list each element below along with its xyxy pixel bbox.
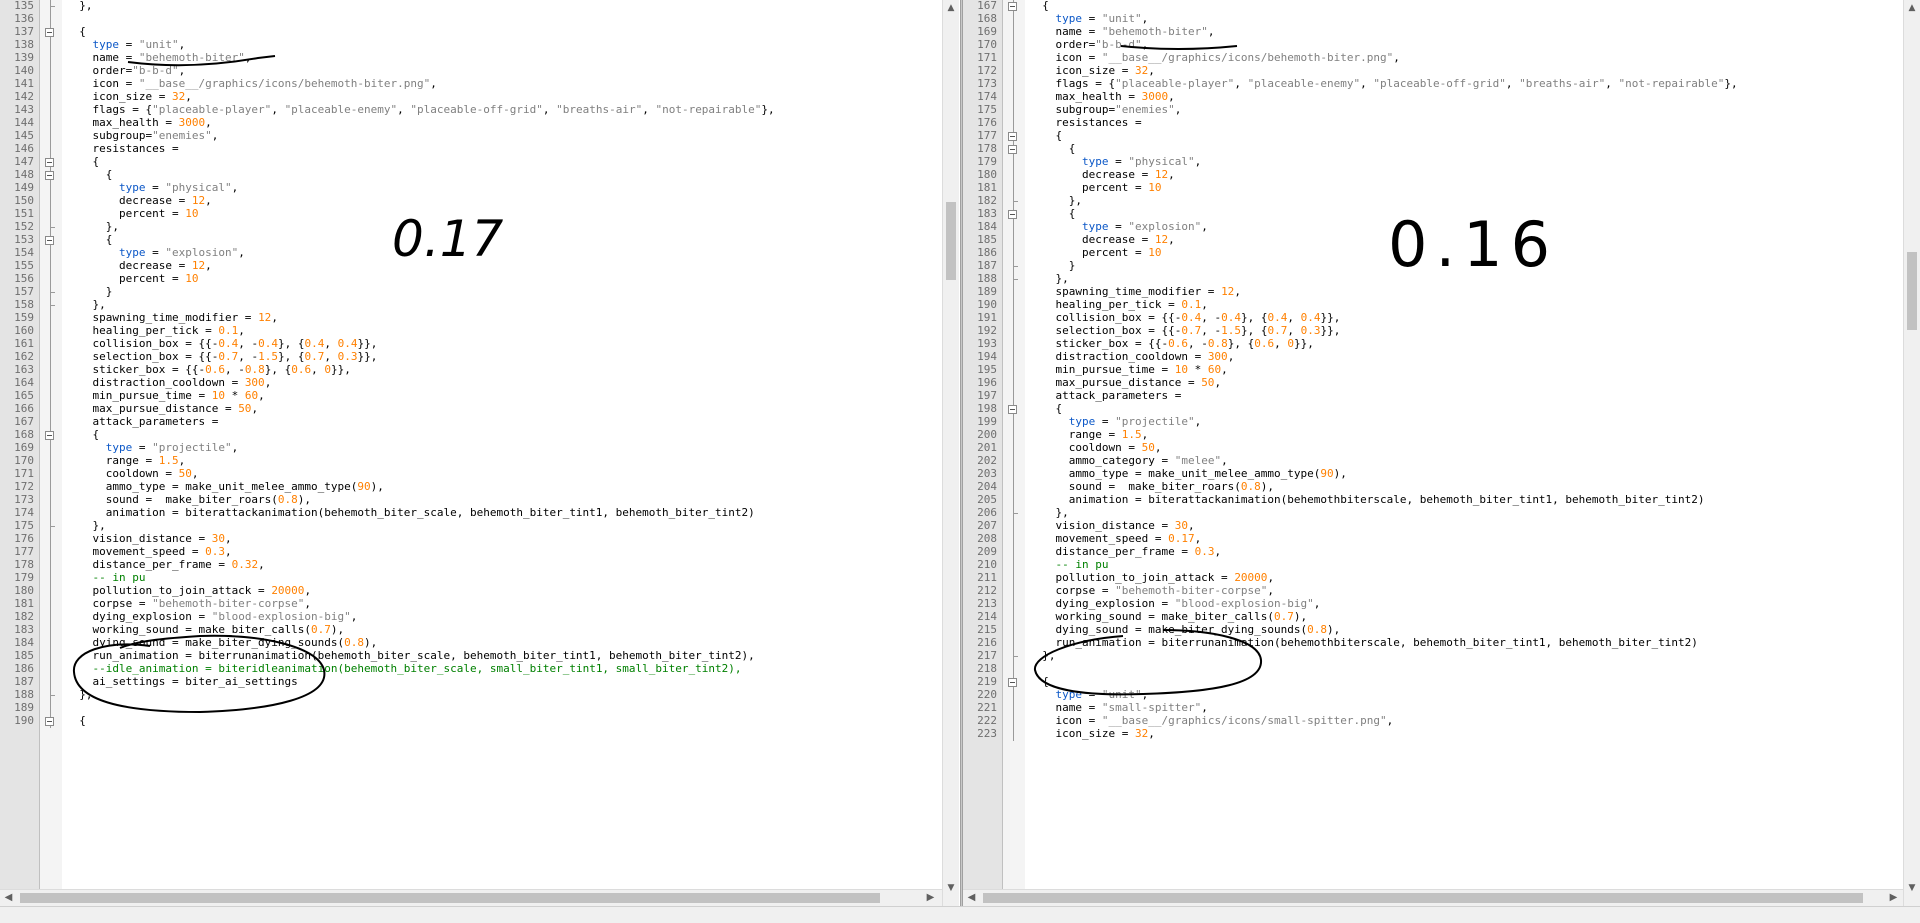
scroll-thumb[interactable] (983, 893, 1863, 903)
scroll-left-arrow-icon[interactable]: ◀ (0, 890, 17, 906)
horizontal-scrollbar[interactable]: ◀ ▶ (0, 889, 942, 906)
line-number: 223 (977, 727, 997, 740)
left-editor-pane[interactable]: 135 }, 136 137 {138 type = "unit", 139 name… (0, 0, 960, 923)
scroll-thumb[interactable] (946, 202, 956, 280)
code-text[interactable]: { (66, 713, 86, 729)
scroll-right-arrow-icon[interactable]: ▶ (1885, 890, 1902, 906)
scroll-down-arrow-icon[interactable]: ▼ (943, 880, 959, 897)
scroll-down-arrow-icon[interactable]: ▼ (1904, 880, 1920, 897)
vertical-scrollbar[interactable]: ▲ ▼ (942, 0, 959, 906)
scroll-right-arrow-icon[interactable]: ▶ (922, 890, 939, 906)
scroll-up-arrow-icon[interactable]: ▲ (1904, 0, 1920, 17)
line-number: 190 (14, 714, 34, 727)
scroll-thumb[interactable] (1907, 252, 1917, 330)
right-editor-pane[interactable]: 167 {168 type = "unit", 169 name = "behem… (963, 0, 1920, 923)
scroll-thumb[interactable] (20, 893, 880, 903)
scroll-left-arrow-icon[interactable]: ◀ (963, 890, 980, 906)
code-text[interactable]: icon_size = 32, (1029, 726, 1154, 742)
status-bar (0, 906, 1920, 923)
vertical-scrollbar[interactable]: ▲ ▼ (1903, 0, 1920, 906)
horizontal-scrollbar[interactable]: ◀ ▶ (963, 889, 1903, 906)
scroll-up-arrow-icon[interactable]: ▲ (943, 0, 959, 17)
code-line[interactable]: 190 { (0, 713, 960, 729)
code-line[interactable]: 223 icon_size = 32, (963, 726, 1920, 742)
